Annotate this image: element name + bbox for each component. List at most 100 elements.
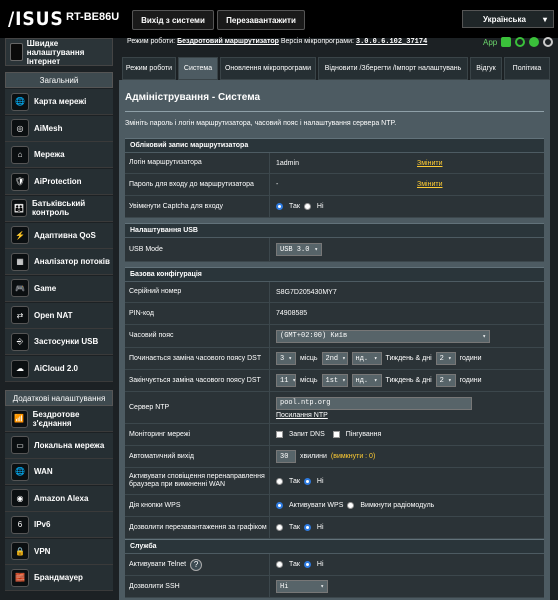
tab-policy[interactable]: Політика xyxy=(504,57,550,80)
logout-button[interactable]: Вихід з системи xyxy=(132,10,214,30)
sidebar-item-traffic-analyzer[interactable]: ▦ Аналізатор потоків xyxy=(5,249,113,276)
tab-restore-save[interactable]: Відновити /Зберегти /Імпорт налаштувань xyxy=(318,57,468,80)
reboot-no-radio[interactable] xyxy=(303,524,311,531)
notify-yes-radio[interactable] xyxy=(276,477,283,485)
sidebar-item-amazon-alexa[interactable]: ◉ Amazon Alexa xyxy=(5,485,113,512)
dst-end-hour-select[interactable]: 2 ▾ xyxy=(435,374,456,387)
dst-start-day-select[interactable]: нд. ▾ xyxy=(351,352,382,365)
wps-radio-off-radio[interactable] xyxy=(347,502,355,509)
open-nat-icon: ⇄ xyxy=(11,306,29,325)
firmware-label: Версія мікропрограми: xyxy=(280,38,354,45)
language-select[interactable]: Українська ▾ xyxy=(462,10,554,28)
password-value: - xyxy=(276,181,279,188)
captcha-no-radio[interactable] xyxy=(303,203,311,210)
dst-start-week-select[interactable]: 2nd ▾ xyxy=(321,352,348,365)
autologout-input[interactable]: 30 xyxy=(276,450,296,463)
timezone-label: Часовий пояс xyxy=(125,325,270,347)
network-map-icon: 🌐 xyxy=(11,92,29,111)
sidebar-item-label: Батьківський контроль xyxy=(32,199,86,218)
sidebar-item-parental-control[interactable]: 👪 Батьківський контроль xyxy=(5,195,113,222)
usb-status-icon[interactable] xyxy=(529,37,540,47)
captcha-yes-radio[interactable] xyxy=(276,203,283,210)
ntp-server-input[interactable]: pool.ntp.org xyxy=(276,396,472,410)
wps-label: Дія кнопки WPS xyxy=(125,495,270,516)
change-login-link[interactable]: Змінити xyxy=(417,160,443,167)
sidebar-item-wireless[interactable]: 📶 Бездротове з'єднання xyxy=(5,406,113,432)
quick-setup-button[interactable]: Швидке налаштування Інтернет xyxy=(5,38,113,66)
aimesh-status-icon[interactable] xyxy=(543,37,554,47)
reboot-yes-radio[interactable] xyxy=(276,524,283,531)
app-label[interactable]: App xyxy=(483,38,497,47)
sidebar-item-open-nat[interactable]: ⇄ Open NAT xyxy=(5,302,113,329)
timezone-select[interactable]: (GMT+02:00) Київ ▾ xyxy=(276,329,490,343)
firmware-version-link[interactable]: 3.0.0.6.102_37174 xyxy=(356,38,427,46)
reboot-button[interactable]: Перезавантажити xyxy=(217,10,305,30)
login-row: Логін маршрутизатора 1admin Змінити xyxy=(125,153,544,174)
sidebar-item-vpn[interactable]: 🔒 VPN xyxy=(5,538,113,565)
sidebar-item-network-map[interactable]: 🌐 Карта мережі xyxy=(5,89,113,115)
telnet-label: Активувати Telnet xyxy=(129,560,187,568)
tab-system[interactable]: Система xyxy=(178,57,218,80)
ping-label: Пінгування xyxy=(345,431,382,438)
chevron-down-icon: ▾ xyxy=(314,246,318,253)
telnet-label-cell: Активувати Telnet? xyxy=(125,554,270,575)
basic-section-title: Базова конфігурація xyxy=(125,267,544,281)
hours-label: години xyxy=(459,377,482,384)
sidebar-item-game[interactable]: 🎮 Game xyxy=(5,275,113,302)
sidebar-item-network[interactable]: ⌂ Мережа xyxy=(5,142,113,169)
settings-gear-icon[interactable] xyxy=(515,37,526,47)
aicloud-icon: ☁ xyxy=(11,359,29,378)
dst-start-hour-select[interactable]: 2 ▾ xyxy=(435,352,456,365)
game-icon: 🎮 xyxy=(11,279,29,298)
pin-value: 74908585 xyxy=(276,310,308,317)
telnet-yes-label: Так xyxy=(289,561,300,568)
telnet-row: Активувати Telnet? Так Ні xyxy=(125,554,544,576)
tab-feedback[interactable]: Відгук xyxy=(470,57,502,80)
change-password-link[interactable]: Змінити xyxy=(417,181,443,188)
dst-end-month-select[interactable]: 11 ▾ xyxy=(276,374,296,387)
telnet-yes-radio[interactable] xyxy=(276,561,283,568)
ntp-link[interactable]: Посилання NTP xyxy=(276,412,328,419)
network-status-icon[interactable] xyxy=(501,37,512,47)
wps-radio-off-label: Вимкнути радіомодуль xyxy=(360,502,435,509)
dst-end-week-select[interactable]: 1st ▾ xyxy=(321,374,348,387)
page-description: Змініть пароль і логін маршрутизатора, ч… xyxy=(125,120,397,127)
telnet-no-radio[interactable] xyxy=(303,561,311,568)
chevron-down-icon: ▾ xyxy=(320,583,324,590)
dst-start-month-select[interactable]: 3 ▾ xyxy=(276,352,296,365)
sidebar-item-aimesh[interactable]: ◎ AiMesh xyxy=(5,115,113,142)
vpn-icon: 🔒 xyxy=(11,542,29,560)
notify-row: Активувати сповіщення перенаправлення бр… xyxy=(125,468,544,495)
dns-probe-checkbox[interactable] xyxy=(276,431,283,438)
sidebar-item-label: Мережа xyxy=(34,150,65,160)
notify-yes-label: Так xyxy=(289,477,300,485)
chevron-down-icon: ▾ xyxy=(482,332,486,340)
tab-firmware-upgrade[interactable]: Оновлення мікропрограми xyxy=(220,57,316,80)
usb-mode-select[interactable]: USB 3.0 ▾ xyxy=(276,243,322,256)
service-section-title: Служба xyxy=(125,539,544,553)
operation-mode-link[interactable]: Бездротовий маршрутизатор xyxy=(177,38,279,45)
ssh-select[interactable]: Ні ▾ xyxy=(276,580,328,593)
sidebar-item-firewall[interactable]: 🧱 Брандмауер xyxy=(5,565,113,591)
sidebar-item-adaptive-qos[interactable]: ⚡ Адаптивна QoS xyxy=(5,222,113,249)
sidebar-item-usb-apps[interactable]: ⎆ Застосунки USB xyxy=(5,329,113,356)
sidebar-item-lan[interactable]: ▭ Локальна мережа xyxy=(5,432,113,459)
wps-activate-radio[interactable] xyxy=(276,502,283,509)
aiprotection-icon: 🛡 xyxy=(11,172,29,191)
sidebar-item-label: Брандмауер xyxy=(34,573,83,582)
scheduled-reboot-row: Дозволити перезавантаження за графіком Т… xyxy=(125,517,544,539)
sidebar-item-aicloud[interactable]: ☁ AiCloud 2.0 xyxy=(5,356,113,382)
reboot-yes-label: Так xyxy=(289,524,300,531)
sidebar-item-ipv6[interactable]: 6 IPv6 xyxy=(5,512,113,538)
ping-checkbox[interactable] xyxy=(332,431,340,438)
wan-icon: 🌐 xyxy=(11,462,29,481)
notify-no-label: Ні xyxy=(316,477,324,485)
sidebar-item-wan[interactable]: 🌐 WAN xyxy=(5,459,113,485)
tab-operation-mode[interactable]: Режим роботи xyxy=(122,57,176,80)
dst-end-month-value: 11 xyxy=(280,376,289,385)
notify-no-radio[interactable] xyxy=(303,477,311,485)
dst-end-day-select[interactable]: нд. ▾ xyxy=(351,374,382,387)
sidebar-item-aiprotection[interactable]: 🛡 AiProtection xyxy=(5,169,113,196)
dst-end-week-value: 1st xyxy=(325,376,339,385)
help-icon[interactable]: ? xyxy=(190,558,203,571)
